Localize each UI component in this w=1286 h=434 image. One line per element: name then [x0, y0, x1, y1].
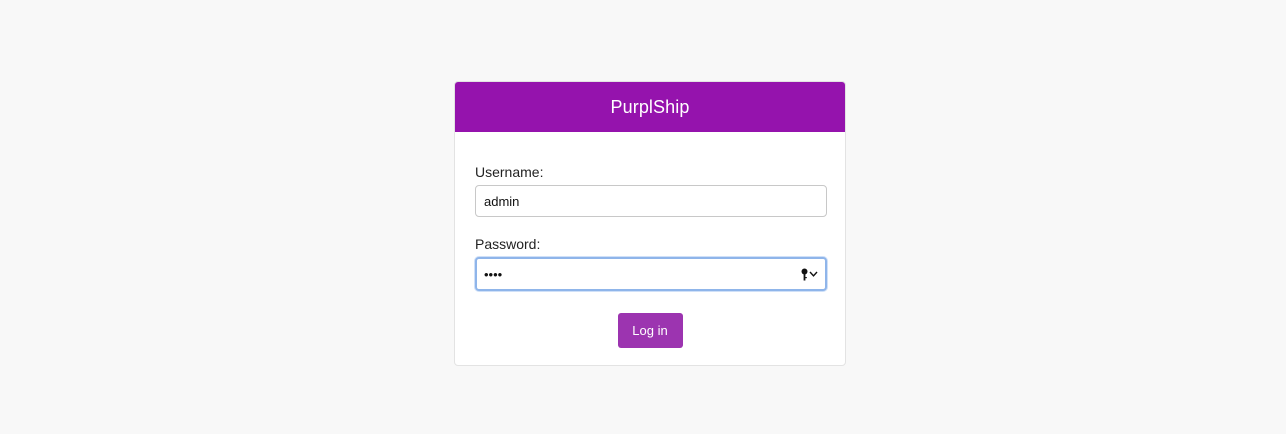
- key-icon: [801, 268, 808, 281]
- password-field: [475, 257, 827, 291]
- login-button[interactable]: Log in: [617, 313, 683, 348]
- username-label: Username:: [475, 164, 544, 180]
- password-label: Password:: [475, 236, 541, 252]
- chevron-down-icon: [809, 271, 818, 277]
- password-autofill-control[interactable]: [801, 266, 818, 282]
- password-input[interactable]: [475, 257, 827, 291]
- card-header: PurplShip: [455, 82, 845, 132]
- username-input[interactable]: [475, 185, 827, 217]
- form-actions: Log in: [475, 313, 825, 348]
- app-title: PurplShip: [610, 96, 690, 117]
- login-card: PurplShip Username: Password:: [454, 81, 846, 366]
- login-form: Username: Password:: [455, 162, 845, 348]
